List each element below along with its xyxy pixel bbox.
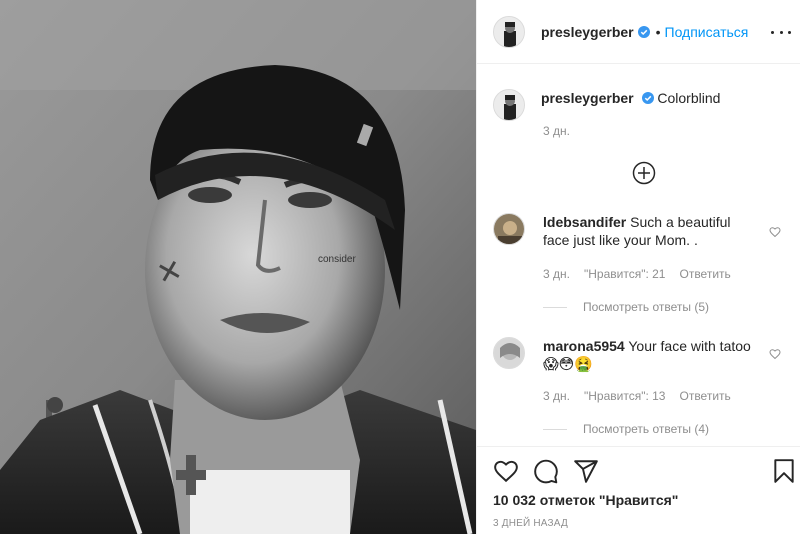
- comment-item: ldebsandifer Such a beautiful face just …: [493, 213, 793, 249]
- follow-button[interactable]: Подписаться: [665, 24, 749, 40]
- comment-likes[interactable]: "Нравится": 13: [584, 389, 666, 403]
- share-paper-plane-icon[interactable]: [573, 458, 599, 484]
- view-replies-label: Посмотреть ответы (4): [583, 422, 710, 436]
- view-replies-label: Посмотреть ответы (5): [583, 300, 710, 314]
- replies-divider: [543, 428, 567, 430]
- post-photo[interactable]: ✕ consider: [0, 0, 476, 534]
- add-circle-icon[interactable]: [632, 161, 656, 185]
- comment-item: marona5954 Your face with tatoo 😱😳🤮: [493, 337, 793, 374]
- caption-avatar[interactable]: [493, 89, 525, 121]
- verified-badge-icon: [641, 92, 654, 104]
- caption-username[interactable]: presleygerber: [541, 90, 634, 106]
- comment-meta: 3 дн. "Нравится": 13 Ответить: [543, 389, 731, 403]
- caption-time[interactable]: 3 дн.: [543, 124, 570, 138]
- reply-button[interactable]: Ответить: [679, 389, 730, 403]
- commenter-avatar[interactable]: [493, 337, 525, 369]
- comments-section: presleygerber Colorblind 3 дн. ldebsandi…: [477, 65, 800, 445]
- comment-time[interactable]: 3 дн.: [543, 389, 570, 403]
- post-date[interactable]: 3 ДНЕЙ НАЗАД: [493, 518, 568, 529]
- svg-text:consider: consider: [318, 254, 356, 265]
- author-username[interactable]: presleygerber: [541, 24, 634, 40]
- comment-username[interactable]: ldebsandifer: [543, 214, 626, 230]
- post-image: ✕ consider: [0, 0, 476, 534]
- likes-count[interactable]: 10 032 отметок "Нравится": [493, 492, 678, 508]
- replies-divider: [543, 306, 567, 308]
- caption: presleygerber Colorblind: [493, 89, 720, 121]
- like-comment-heart-icon[interactable]: [769, 348, 781, 360]
- post-details-panel: presleygerber • Подписаться presleygerbe…: [476, 0, 800, 534]
- like-comment-heart-icon[interactable]: [769, 226, 781, 238]
- comment-likes[interactable]: "Нравится": 21: [584, 267, 666, 281]
- commenter-avatar[interactable]: [493, 213, 525, 245]
- comment-emojis: 😱😳🤮: [543, 356, 593, 373]
- post-actions: 10 032 отметок "Нравится" 3 ДНЕЙ НАЗАД: [477, 446, 800, 534]
- comment-meta: 3 дн. "Нравится": 21 Ответить: [543, 267, 731, 281]
- author-avatar[interactable]: [493, 15, 525, 48]
- like-heart-icon[interactable]: [493, 458, 519, 484]
- reply-button[interactable]: Ответить: [679, 267, 730, 281]
- view-replies-button[interactable]: Посмотреть ответы (4): [543, 422, 709, 436]
- view-replies-button[interactable]: Посмотреть ответы (5): [543, 300, 709, 314]
- separator-dot: •: [655, 23, 661, 40]
- more-options-icon[interactable]: [771, 22, 791, 42]
- verified-badge-icon: [637, 25, 650, 38]
- comment-text: Your face with tatoo: [628, 338, 751, 354]
- comment-time[interactable]: 3 дн.: [543, 267, 570, 281]
- save-bookmark-icon[interactable]: [771, 458, 797, 484]
- comment-username[interactable]: marona5954: [543, 338, 625, 354]
- instagram-post-view: ✕ consider presleygerber • Подписаться p…: [0, 0, 800, 534]
- comment-bubble-icon[interactable]: [533, 458, 559, 484]
- post-header: presleygerber • Подписаться: [477, 0, 800, 64]
- caption-text: Colorblind: [657, 90, 721, 106]
